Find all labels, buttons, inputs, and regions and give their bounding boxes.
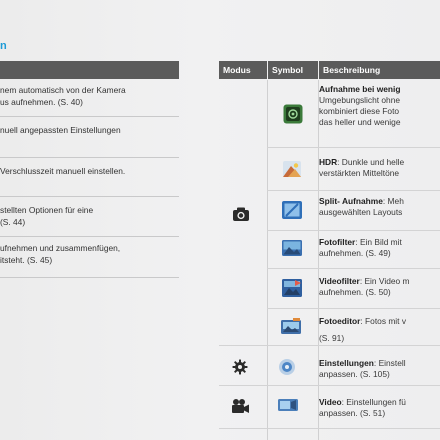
left-row-text: us aufnehmen. (S. 40) (0, 97, 83, 107)
description-inline: : Dunkle und helle (337, 157, 405, 167)
row-divider (219, 385, 440, 386)
left-table-row: nuell angepassten Einstellungen (0, 124, 179, 136)
row-divider (219, 345, 440, 346)
photo-filter-icon (282, 240, 302, 256)
description-inline: : Ein Bild mit (355, 237, 402, 247)
left-table-header (0, 61, 179, 79)
column-header-beschreibung: Beschreibung (319, 61, 440, 79)
manual-page: n nem automatisch von der Kamera us aufn… (0, 0, 440, 440)
column-divider (267, 80, 268, 440)
description-line: (S. 91) (319, 333, 345, 343)
left-table-row: nem automatisch von der Kamera us aufneh… (0, 84, 179, 108)
row-divider (267, 147, 440, 148)
photo-editor-icon (281, 318, 301, 334)
description-inline: : Fotos mit v (360, 316, 407, 326)
description-settings: Einstellungen: Einstell anpassen. (S. 10… (319, 358, 440, 380)
camera-mode-icon (233, 207, 249, 221)
description-line: aufnehmen. (S. 50) (319, 287, 391, 297)
left-table-row: stellten Optionen für eine (S. 44) (0, 204, 179, 228)
video-camera-mode-icon (232, 399, 249, 413)
section-heading: n (0, 40, 7, 52)
video-filter-icon (282, 279, 302, 297)
row-divider (267, 308, 440, 309)
description-title: Aufnahme bei wenig (319, 84, 401, 94)
description-title: Einstellungen (319, 358, 374, 368)
description-photo-editor: Fotoeditor: Fotos mit v (S. 91) (319, 316, 440, 344)
hdr-icon (283, 161, 301, 177)
description-inline: : Meh (382, 196, 404, 206)
description-inline: : Einstellungen fü (341, 397, 406, 407)
description-video-filter: Videofilter: Ein Video m aufnehmen. (S. … (319, 276, 440, 298)
table-divider (0, 277, 179, 278)
video-settings-symbol-icon (278, 399, 298, 411)
row-divider (267, 190, 440, 191)
split-shot-icon (282, 201, 302, 219)
description-inline: : Ein Video m (359, 276, 410, 286)
left-row-text: itsteht. (S. 45) (0, 255, 53, 265)
description-line: ausgewählten Layouts (319, 207, 403, 217)
left-row-text: stellten Optionen für eine (0, 205, 94, 215)
table-divider (0, 116, 179, 117)
settings-symbol-icon (279, 359, 295, 375)
description-split-shot: Split- Aufnahme: Meh ausgewählten Layout… (319, 196, 440, 218)
night-mode-icon (283, 104, 303, 124)
column-header-modus: Modus (219, 61, 267, 79)
left-row-text: ufnehmen und zusammenfügen, (0, 243, 121, 253)
description-line: kombiniert diese Foto (319, 106, 400, 116)
left-table-row: Verschlusszeit manuell einstellen. (0, 165, 179, 177)
description-title: Videofilter (319, 276, 360, 286)
description-line: anpassen. (S. 105) (319, 369, 390, 379)
description-video-settings: Video: Einstellungen fü anpassen. (S. 51… (319, 397, 440, 419)
settings-mode-icon (232, 359, 248, 375)
left-row-text: nem automatisch von der Kamera (0, 85, 126, 95)
description-photo-filter: Fotofilter: Ein Bild mit aufnehmen. (S. … (319, 237, 440, 259)
left-row-text: nuell angepassten Einstellungen (0, 125, 121, 135)
description-line: anpassen. (S. 51) (319, 408, 386, 418)
description-line: verstärkten Mitteltöne (319, 168, 400, 178)
row-divider (267, 268, 440, 269)
table-divider (0, 236, 179, 237)
left-table-row: ufnehmen und zusammenfügen, itsteht. (S.… (0, 242, 179, 266)
description-hdr: HDR: Dunkle und helle verstärkten Mittel… (319, 157, 440, 179)
description-title: HDR (319, 157, 338, 167)
table-divider (0, 157, 179, 158)
description-inline: : Einstell (373, 358, 406, 368)
description-title: Split- Aufnahme (319, 196, 383, 206)
left-row-text: (S. 44) (0, 217, 26, 227)
description-line: aufnehmen. (S. 49) (319, 248, 391, 258)
table-divider (0, 196, 179, 197)
description-title: Video (319, 397, 342, 407)
left-row-text: Verschlusszeit manuell einstellen. (0, 166, 126, 176)
description-line: das heller und wenige (319, 117, 401, 127)
description-night-mode: Aufnahme bei wenig Umgebungslicht ohne k… (319, 84, 440, 128)
row-divider (219, 428, 440, 429)
row-divider (267, 230, 440, 231)
column-divider (318, 80, 319, 440)
description-line: Umgebungslicht ohne (319, 95, 401, 105)
description-title: Fotoeditor (319, 316, 361, 326)
description-title: Fotofilter (319, 237, 356, 247)
column-header-symbol: Symbol (268, 61, 318, 79)
